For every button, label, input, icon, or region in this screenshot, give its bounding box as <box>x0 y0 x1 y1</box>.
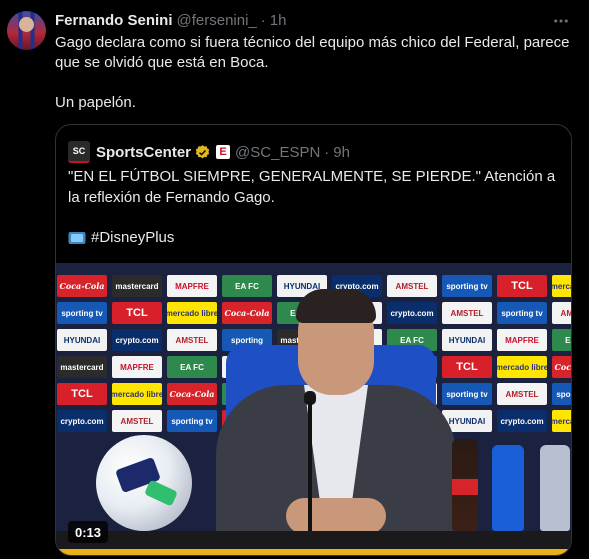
tweet-timestamp[interactable]: 1h <box>270 12 287 29</box>
microphone-stand <box>308 401 312 551</box>
author-handle[interactable]: @fersenini_ <box>177 12 257 29</box>
desk-stripe <box>56 549 571 555</box>
more-options-icon[interactable] <box>550 10 572 32</box>
sponsor-logo: sporting tv <box>167 410 217 432</box>
sponsor-logo: Coca-Cola <box>57 275 107 297</box>
video-player[interactable]: Coca-Cola mastercard MAPFRE EA FC HYUNDAI cry… <box>56 263 571 555</box>
sponsor-logo: sporting tv <box>57 302 107 324</box>
quoted-tweet-timestamp[interactable]: 9h <box>333 144 350 161</box>
sponsor-logo: EA FC <box>167 356 217 378</box>
sponsor-logo: MAPFRE <box>112 356 162 378</box>
sponsor-logo: mercado libre <box>552 275 571 297</box>
hashtag-line: #DisneyPlus <box>68 227 174 248</box>
quoted-tweet-card[interactable]: SC SportsCenter E @SC_ESPN · 9h "EN EL F… <box>55 124 572 556</box>
sportscenter-logo-icon[interactable]: SC <box>68 141 90 163</box>
sponsor-logo: mastercard <box>112 275 162 297</box>
sponsor-logo: TCL <box>57 383 107 405</box>
verified-badge-icon <box>195 144 210 158</box>
sponsor-logo: mercado libre <box>167 302 217 324</box>
sponsor-logo: HYUNDAI <box>57 329 107 351</box>
sponsor-logo: AMSTEL <box>552 302 571 324</box>
quoted-tweet-header: SC SportsCenter E @SC_ESPN · 9h <box>68 141 350 163</box>
sponsor-logo: mastercard <box>57 356 107 378</box>
author-name[interactable]: Fernando Senini <box>55 12 173 29</box>
sponsor-logo: AMSTEL <box>112 410 162 432</box>
author-avatar[interactable] <box>7 11 46 50</box>
sponsor-logo: Coca-Cola <box>552 356 571 378</box>
header-separator: · <box>260 11 266 29</box>
sponsor-logo: EA FC <box>552 329 571 351</box>
sponsor-logo: TCL <box>497 275 547 297</box>
affiliate-badge-letter: E <box>219 146 227 158</box>
video-duration-badge: 0:13 <box>68 521 109 543</box>
tv-emoji-icon <box>68 231 86 244</box>
quoted-author-handle[interactable]: @SC_ESPN <box>235 144 320 161</box>
sponsor-logo: Coca-Cola <box>167 383 217 405</box>
water-bottle <box>540 445 570 531</box>
sponsor-logo: crypto.com <box>112 329 162 351</box>
sponsor-logo: mercado libre <box>112 383 162 405</box>
quoted-tweet-text: "EN EL FÚTBOL SIEMPRE, GENERALMENTE, SE … <box>68 168 556 206</box>
sponsor-logo: mercado libre <box>552 410 571 432</box>
tweet-text: Gago declara como si fuera técnico del e… <box>55 34 570 111</box>
sponsor-logo: MAPFRE <box>497 329 547 351</box>
sponsor-logo: sporting tv <box>497 302 547 324</box>
affiliate-badge-icon: E <box>216 145 231 159</box>
speaker-figure <box>216 289 456 555</box>
tweet-header: Fernando Senini @fersenini_ · 1h <box>55 10 286 30</box>
coke-bottle <box>452 439 478 531</box>
quoted-header-separator: · <box>324 143 330 161</box>
sponsor-logo: AMSTEL <box>497 383 547 405</box>
sponsor-logo: AMSTEL <box>167 329 217 351</box>
sponsor-logo: MAPFRE <box>167 275 217 297</box>
sponsor-logo: mercado libre <box>497 356 547 378</box>
hashtag-link[interactable]: #DisneyPlus <box>91 229 174 246</box>
sports-drink-bottle <box>492 445 524 531</box>
sponsor-logo: crypto.com <box>497 410 547 432</box>
quoted-author-name[interactable]: SportsCenter <box>96 144 191 161</box>
sponsor-logo: TCL <box>112 302 162 324</box>
soccer-ball <box>96 435 192 531</box>
sponsor-logo: crypto.com <box>57 410 107 432</box>
sponsor-logo: sporting tv <box>552 383 571 405</box>
